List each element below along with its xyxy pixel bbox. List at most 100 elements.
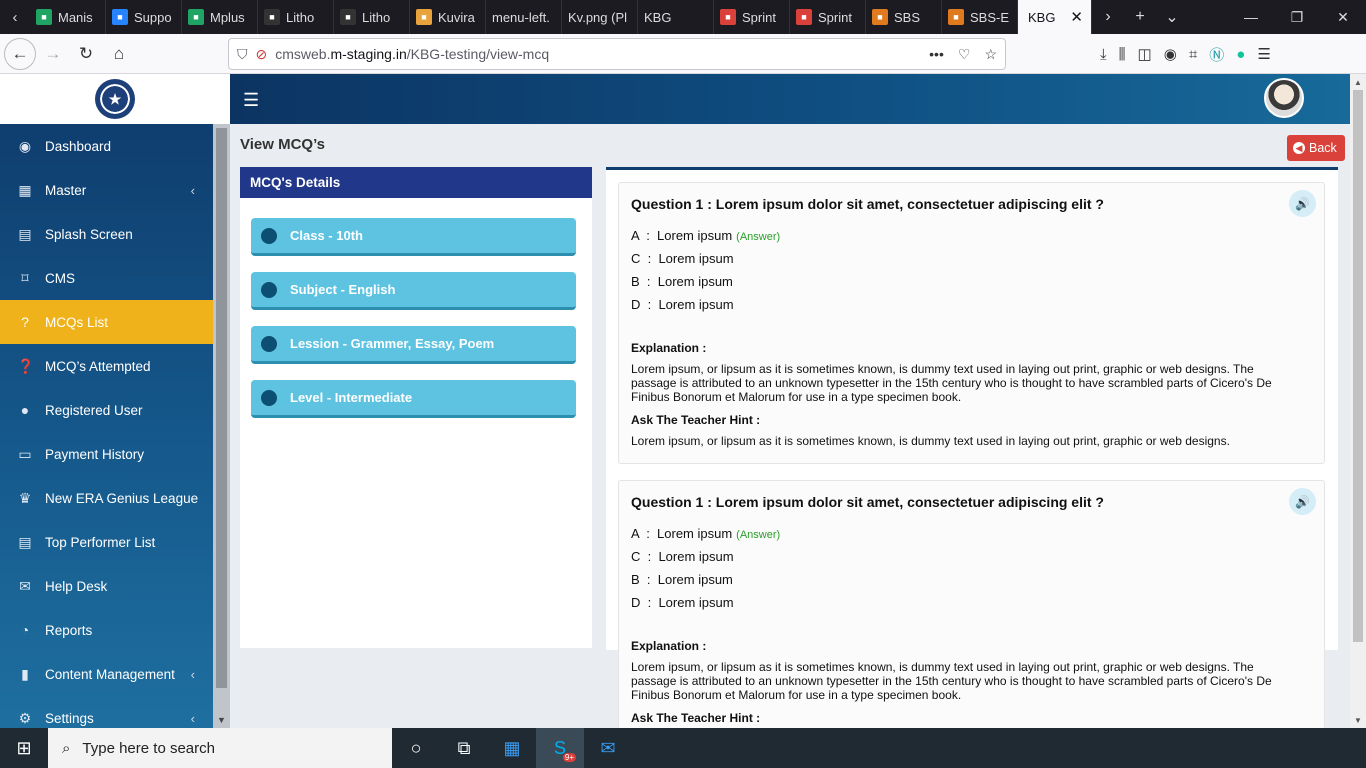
library-icon[interactable]: ⫼ <box>1119 46 1126 63</box>
brand-logo[interactable]: ★ <box>95 79 135 119</box>
option-key: B <box>631 274 640 289</box>
sidebar-item-label: Splash Screen <box>45 226 133 242</box>
sidebar-scroll-down-icon[interactable]: ▼ <box>213 711 230 728</box>
sidebar-item-splash-screen[interactable]: ▤ Splash Screen <box>0 212 213 256</box>
account-icon[interactable]: ◉ <box>1164 45 1177 63</box>
sidebar-item-reports[interactable]: ◔ Reports <box>0 608 213 652</box>
browser-tab[interactable]: Kv.png (Pl <box>562 0 638 34</box>
mail-icon[interactable]: ✉ <box>584 728 632 768</box>
sidebar-item-settings[interactable]: ⚙ Settings ‹ <box>0 696 213 728</box>
option-text: Lorem ipsum <box>658 251 734 266</box>
sidebar: ◉ Dashboard ▦ Master ‹ ▤ Splash Screen ⌑ CMS? MCQ… <box>0 124 213 728</box>
browser-tab[interactable]: KBG <box>638 0 714 34</box>
insecure-lock-icon[interactable]: ⊘ <box>256 46 268 63</box>
home-icon[interactable]: ⌂ <box>103 38 135 70</box>
windows-start-icon[interactable]: ⊞ <box>0 728 48 768</box>
task-view-icon[interactable]: ⧉ <box>440 728 488 768</box>
sidebar-item-top-performer-list[interactable]: ▤ Top Performer List <box>0 520 213 564</box>
browser-tab[interactable]: ■ Litho <box>334 0 410 34</box>
close-tab-icon[interactable]: ✕ <box>1070 8 1083 26</box>
sidebar-item-cms[interactable]: ⌑ CMS <box>0 256 213 300</box>
sidebar-item-new-era-genius-league[interactable]: ♛ New ERA Genius League <box>0 476 213 520</box>
chevron-left-icon: ‹ <box>190 666 195 682</box>
browser-tab-label: Sprint <box>818 9 852 25</box>
new-tab-icon[interactable]: + <box>1124 8 1156 26</box>
sidebar-item-dashboard[interactable]: ◉ Dashboard <box>0 124 213 168</box>
tab-controls: › + ⌄ <box>1092 0 1188 34</box>
browser-tab[interactable]: ■ Mplus <box>182 0 258 34</box>
close-window-icon[interactable]: ✕ <box>1320 0 1366 34</box>
calendar-app-icon[interactable]: ▦ <box>488 728 536 768</box>
page-scroll-thumb[interactable] <box>1353 90 1363 642</box>
browser-tab-label: Kv.png (Pl <box>568 9 628 25</box>
skype-icon[interactable]: S 9+ <box>536 728 584 768</box>
sidebar-item-label: CMS <box>45 270 75 286</box>
back-arrow-icon[interactable]: ← <box>4 37 36 70</box>
tab-scroll-left-icon[interactable]: ‹ <box>0 0 30 34</box>
option-key: C <box>631 251 641 266</box>
restore-icon[interactable]: ❐ <box>1274 0 1320 34</box>
app-menu-icon[interactable]: ☰ <box>1257 45 1270 63</box>
window-controls: — ❐ ✕ <box>1228 0 1366 34</box>
sidebar-scroll-thumb[interactable] <box>216 128 227 688</box>
sidebar-item-mcqs-list[interactable]: ? MCQs List <box>0 300 213 344</box>
sidebar-toggle-icon[interactable]: ◫ <box>1138 45 1152 63</box>
question-card: Question 1 : Lorem ipsum dolor sit amet,… <box>618 480 1325 728</box>
browser-tab[interactable]: ■ Manis <box>30 0 106 34</box>
url-host: m-staging.in <box>330 46 407 62</box>
option-separator: : <box>639 274 658 289</box>
browser-tab[interactable]: ■ Sprint <box>790 0 866 34</box>
sidebar-item-registered-user[interactable]: ● Registered User <box>0 388 213 432</box>
tab-active[interactable]: KBG ✕ <box>1018 0 1092 34</box>
screenshot-crop-icon[interactable]: ⌗ <box>1189 46 1197 63</box>
gear-icon: ⚙ <box>18 709 32 726</box>
answer-tag: (Answer) <box>736 529 781 541</box>
bookmark-star-icon[interactable]: ☆ <box>984 46 997 63</box>
browser-tab[interactable]: ■ SBS-E <box>942 0 1018 34</box>
option-separator: : <box>638 228 658 243</box>
reload-icon[interactable]: ↻ <box>70 38 102 70</box>
sidebar-item-payment-history[interactable]: ▭ Payment History <box>0 432 213 476</box>
question-card: Question 1 : Lorem ipsum dolor sit amet,… <box>618 182 1325 464</box>
sidebar-scrollbar[interactable]: ▼ <box>213 124 230 728</box>
sidebar-item-help-desk[interactable]: ✉ Help Desk <box>0 564 213 608</box>
browser-tab[interactable]: ■ Suppo <box>106 0 182 34</box>
browser-tab[interactable]: ■ Sprint <box>714 0 790 34</box>
shield-icon[interactable]: ⛉ <box>237 46 248 63</box>
tab-list-icon[interactable]: ⌄ <box>1156 7 1188 27</box>
page-actions-icon[interactable]: ••• <box>929 46 944 63</box>
browser-tab[interactable]: menu-left. <box>486 0 562 34</box>
browser-tab[interactable]: ■ Litho <box>258 0 334 34</box>
option-text: Lorem ipsum <box>658 549 734 564</box>
page-scrollbar[interactable]: ▲ ▼ <box>1350 74 1366 728</box>
sidebar-item-label: Help Desk <box>45 578 108 594</box>
speaker-audio-icon[interactable]: 🔊 <box>1289 190 1316 217</box>
download-icon[interactable]: ⤓ <box>1100 46 1107 63</box>
sidebar-item-master[interactable]: ▦ Master ‹ <box>0 168 213 212</box>
browser-tab[interactable]: ■ SBS <box>866 0 942 34</box>
sheets-icon: ■ <box>188 9 204 25</box>
sidebar-item-content-management[interactable]: ▮ Content Management ‹ <box>0 652 213 696</box>
explanation-text: Lorem ipsum, or lipsum as it is sometime… <box>631 362 1272 404</box>
speaker-audio-icon[interactable]: 🔊 <box>1289 488 1316 515</box>
forward-arrow-icon[interactable]: → <box>37 38 69 70</box>
user-avatar[interactable] <box>1264 78 1304 118</box>
grammarly-icon[interactable]: ● <box>1236 46 1245 63</box>
page-scroll-up-icon[interactable]: ▲ <box>1350 74 1366 90</box>
url-bar[interactable]: ⛉ ⊘ cmsweb. m-staging.in/KBG-testing/view… <box>228 38 1006 70</box>
sidebar-item-label: Reports <box>45 622 93 638</box>
url-prefix: cmsweb. <box>275 46 331 62</box>
browser-tab[interactable]: ■ Kuvira <box>410 0 486 34</box>
taskbar-search-box[interactable]: ⌕ Type here to search <box>48 728 392 768</box>
extension-n-icon[interactable]: Ⓝ <box>1209 44 1224 65</box>
cortana-icon[interactable]: ○ <box>392 728 440 768</box>
option-text: Lorem ipsum <box>658 595 734 610</box>
back-button[interactable]: ◀ Back <box>1287 135 1345 161</box>
tab-scroll-right-icon[interactable]: › <box>1092 8 1124 26</box>
minimize-icon[interactable]: — <box>1228 0 1274 34</box>
hamburger-menu-icon[interactable]: ☰ <box>243 90 259 111</box>
pocket-icon[interactable]: ♡ <box>958 46 971 63</box>
page-scroll-down-icon[interactable]: ▼ <box>1350 712 1366 728</box>
sidebar-item-mcq-s-attempted[interactable]: ❓ MCQ’s Attempted <box>0 344 213 388</box>
hint-text: Lorem ipsum, or lipsum as it is sometime… <box>631 434 1230 448</box>
